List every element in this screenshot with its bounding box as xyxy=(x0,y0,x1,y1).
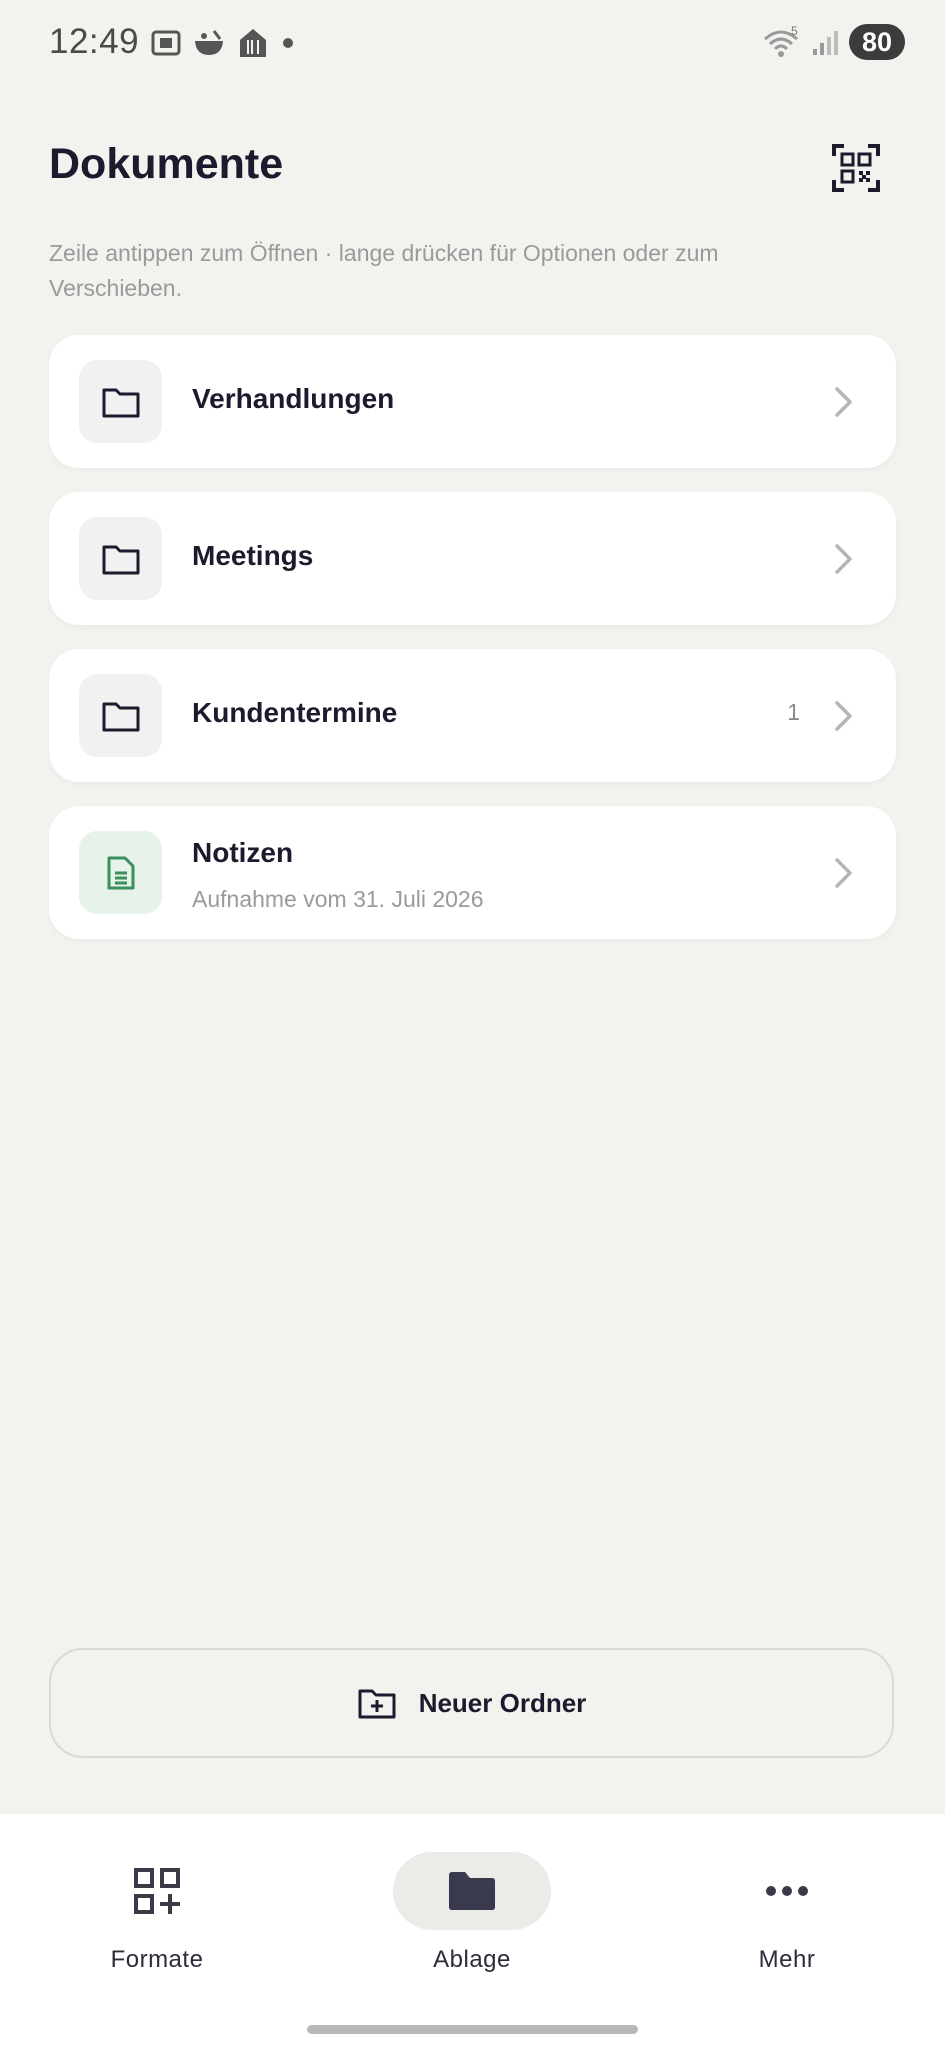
screenshot-notification-icon xyxy=(151,30,181,56)
new-folder-button[interactable]: Neuer Ordner xyxy=(49,1648,894,1758)
more-dots-icon xyxy=(766,1886,808,1896)
nav-label: Ablage xyxy=(433,1946,511,1973)
restaurant-notification-icon xyxy=(240,29,266,57)
signal-icon xyxy=(813,31,838,55)
new-folder-label: Neuer Ordner xyxy=(418,1687,587,1718)
list-item-label: Notizen xyxy=(192,837,294,868)
folder-plus-icon xyxy=(358,1689,396,1719)
nav-label: Formate xyxy=(110,1946,204,1973)
nav-item-ablage[interactable]: Ablage xyxy=(372,1852,572,1982)
svg-text:5: 5 xyxy=(791,25,798,38)
usage-hint: Zeile antippen zum Öffnen · lange drücke… xyxy=(49,240,719,301)
battery-indicator: 80 xyxy=(849,24,905,60)
list-item-label: Meetings xyxy=(192,540,314,571)
item-count: 1 xyxy=(787,699,800,725)
folder-icon-box xyxy=(79,360,162,443)
chevron-right-icon xyxy=(835,701,852,731)
bottom-navigation: Formate Ablage Mehr xyxy=(0,1814,945,2048)
bowl-notification-icon xyxy=(195,30,223,55)
chevron-right-icon xyxy=(835,858,852,888)
list-item-subtitle: Aufnahme vom 31. Juli 2026 xyxy=(192,886,484,912)
list-item-document-notizen[interactable]: Notizen Aufnahme vom 31. Juli 2026 xyxy=(49,806,896,939)
list-item-folder-kundentermine[interactable]: Kundentermine 1 xyxy=(49,649,896,782)
document-icon-box xyxy=(79,831,162,914)
wifi-icon: 5 xyxy=(764,25,798,57)
chevron-right-icon xyxy=(835,544,852,574)
folder-icon-box xyxy=(79,517,162,600)
list-item-folder-meetings[interactable]: Meetings xyxy=(49,492,896,625)
qr-scan-button[interactable] xyxy=(826,138,886,198)
nav-item-mehr[interactable]: Mehr xyxy=(687,1852,887,1982)
qr-code-icon xyxy=(832,144,880,192)
status-time: 12:49 xyxy=(49,22,140,61)
dot-notification-icon xyxy=(283,38,293,48)
grid-plus-icon xyxy=(134,1868,180,1914)
document-icon xyxy=(107,856,134,889)
notification-icons xyxy=(150,26,296,60)
folder-icon-box xyxy=(79,674,162,757)
page-title: Dokumente xyxy=(49,140,284,188)
document-list: Verhandlungen Meetings Kundentermine 1 N… xyxy=(49,335,896,963)
folder-icon xyxy=(102,702,139,731)
home-indicator[interactable] xyxy=(307,2025,638,2034)
chevron-right-icon xyxy=(835,387,852,417)
nav-item-formate[interactable]: Formate xyxy=(57,1852,257,1982)
folder-icon xyxy=(449,1872,495,1910)
status-bar: 12:49 5 80 xyxy=(0,0,945,92)
list-item-folder-verhandlungen[interactable]: Verhandlungen xyxy=(49,335,896,468)
list-item-label: Kundentermine xyxy=(192,697,398,728)
folder-icon xyxy=(102,545,139,574)
list-item-label: Verhandlungen xyxy=(192,383,395,414)
folder-icon xyxy=(102,388,139,417)
nav-label: Mehr xyxy=(758,1946,816,1973)
